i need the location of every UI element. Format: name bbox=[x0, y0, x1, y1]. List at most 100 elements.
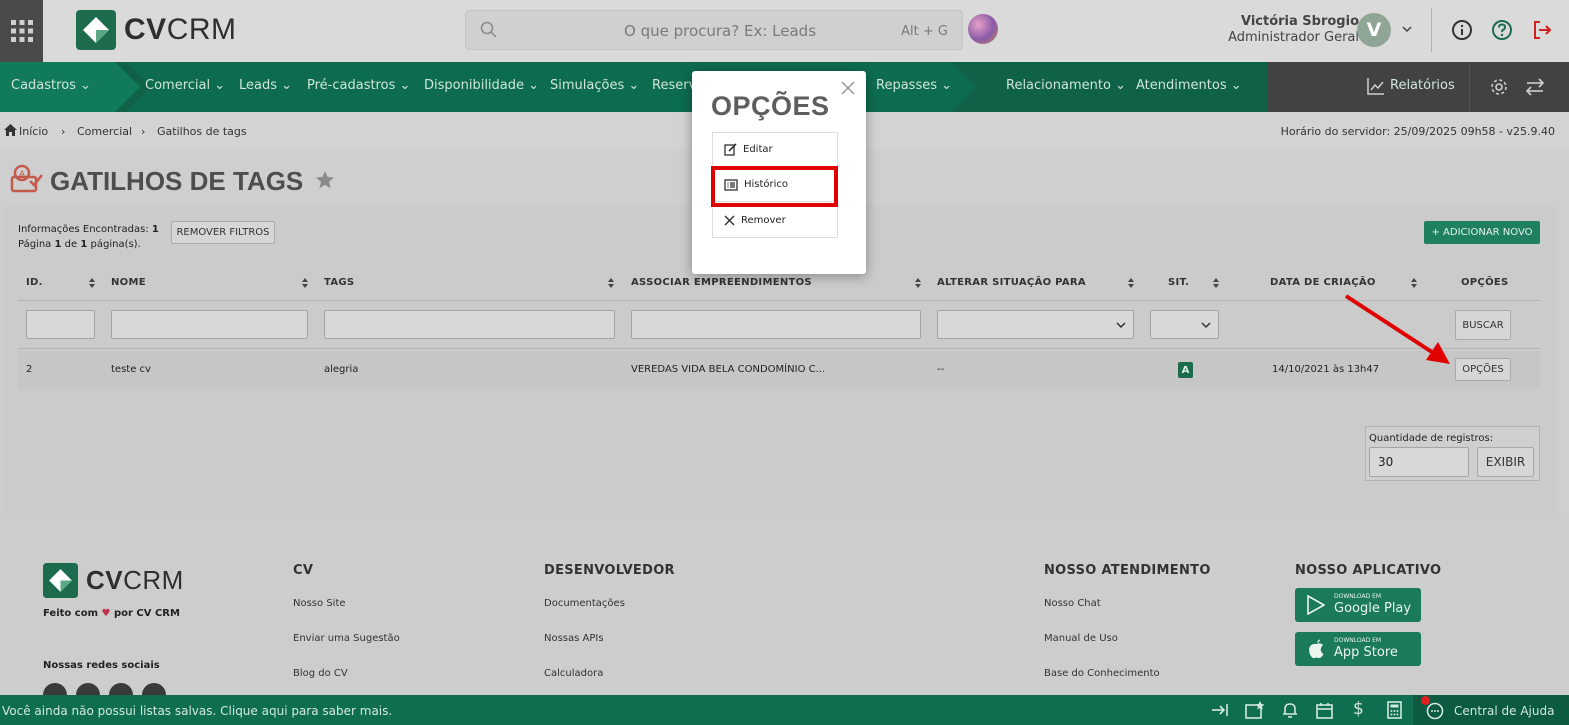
collapse-right-icon[interactable] bbox=[1211, 703, 1229, 717]
nav-item-relatorios[interactable]: Relatórios bbox=[1390, 78, 1455, 93]
filter-id-input[interactable] bbox=[26, 310, 95, 339]
help-center-button[interactable]: Central de Ajuda bbox=[1413, 695, 1569, 725]
nav-item-pre-cadastros[interactable]: Pré-cadastros ⌄ bbox=[307, 78, 410, 93]
cell-tags: alegria bbox=[324, 364, 359, 375]
footer-link[interactable]: Nossas APIs bbox=[544, 633, 604, 644]
filter-sit-select[interactable] bbox=[1150, 310, 1219, 339]
social-title: Nossas redes sociais bbox=[43, 660, 160, 671]
sort-icon[interactable] bbox=[1128, 278, 1134, 288]
google-play-button[interactable]: DOWNLOAD EM Google Play bbox=[1295, 588, 1421, 622]
footer-link[interactable]: Calculadora bbox=[544, 668, 603, 679]
breadcrumb-current: Gatilhos de tags bbox=[157, 125, 247, 138]
nav-item-relacionamento[interactable]: Relacionamento ⌄ bbox=[1006, 78, 1126, 93]
nav-item-reservas[interactable]: Reserv bbox=[652, 78, 696, 93]
dollar-icon[interactable]: $ bbox=[1353, 699, 1364, 719]
user-role: Administrador Geral bbox=[1228, 30, 1359, 45]
records-input[interactable]: 30 bbox=[1369, 447, 1469, 477]
apps-grid-button[interactable] bbox=[0, 0, 43, 62]
heart-icon: ♥ bbox=[101, 608, 111, 619]
chart-line-icon bbox=[1367, 78, 1384, 95]
help-question-icon[interactable] bbox=[1491, 19, 1513, 41]
avatar[interactable]: V bbox=[1357, 13, 1391, 47]
star-icon[interactable] bbox=[315, 170, 335, 190]
notification-dot bbox=[1421, 696, 1430, 705]
sort-icon[interactable] bbox=[1213, 278, 1219, 288]
option-edit[interactable]: Editar bbox=[713, 133, 837, 167]
chevron-right-icon: › bbox=[61, 125, 66, 138]
footer-link[interactable]: Blog do CV bbox=[293, 668, 348, 679]
app-logo[interactable]: CVCRM bbox=[76, 10, 237, 50]
column-header-nome[interactable]: NOME bbox=[111, 277, 146, 288]
nav-item-repasses[interactable]: Repasses ⌄ bbox=[876, 78, 952, 93]
add-new-button[interactable]: + ADICIONAR NOVO bbox=[1424, 221, 1540, 244]
footer-col-title: NOSSO ATENDIMENTO bbox=[1044, 563, 1211, 578]
footer-link[interactable]: Nosso Chat bbox=[1044, 598, 1101, 609]
nav-item-simulacoes[interactable]: Simulações ⌄ bbox=[550, 78, 639, 93]
show-button[interactable]: EXIBIR bbox=[1477, 447, 1534, 477]
footer-link[interactable]: Manual de Uso bbox=[1044, 633, 1118, 644]
footer-link[interactable]: Base do Conhecimento bbox=[1044, 668, 1160, 679]
nav-item-leads[interactable]: Leads ⌄ bbox=[239, 78, 292, 93]
sort-icon[interactable] bbox=[302, 278, 308, 288]
page-title: GATILHOS DE TAGS bbox=[50, 166, 304, 196]
tag-trigger-icon: A bbox=[10, 164, 43, 193]
google-play-icon bbox=[1307, 595, 1325, 615]
calculator-icon[interactable] bbox=[1387, 701, 1402, 719]
calendar-icon[interactable] bbox=[1316, 702, 1333, 719]
sort-icon[interactable] bbox=[89, 278, 95, 288]
nav-item-disponibilidade[interactable]: Disponibilidade ⌄ bbox=[424, 78, 539, 93]
cell-enterprises: VEREDAS VIDA BELA CONDOMÍNIO C... bbox=[631, 364, 826, 375]
apple-icon bbox=[1309, 639, 1324, 659]
breadcrumb-section[interactable]: Comercial bbox=[77, 125, 132, 138]
bell-icon[interactable] bbox=[1282, 702, 1298, 719]
filter-nome-input[interactable] bbox=[111, 310, 308, 339]
nav-item-cadastros[interactable]: Cadastros ⌄ bbox=[11, 78, 91, 93]
global-search[interactable]: O que procura? Ex: Leads Alt + G bbox=[465, 10, 963, 50]
remove-filters-button[interactable]: REMOVER FILTROS bbox=[171, 221, 275, 244]
app-store-button[interactable]: DOWNLOAD EM App Store bbox=[1295, 632, 1421, 666]
user-info[interactable]: Victória Sbrogio Administrador Geral bbox=[1228, 14, 1359, 46]
column-header-alterar-situacao[interactable]: ALTERAR SITUAÇÃO PARA bbox=[937, 277, 1086, 288]
search-placeholder: O que procura? Ex: Leads bbox=[624, 22, 817, 40]
search-button[interactable]: BUSCAR bbox=[1455, 310, 1511, 340]
option-remove[interactable]: Remover bbox=[713, 203, 837, 237]
footer-link[interactable]: Enviar uma Sugestão bbox=[293, 633, 400, 644]
column-header-tags[interactable]: TAGS bbox=[324, 277, 354, 288]
footer-col-title: CV bbox=[293, 563, 314, 578]
ai-assistant-button[interactable] bbox=[968, 14, 998, 44]
records-per-page: Quantidade de registros: 30 EXIBIR bbox=[1365, 426, 1540, 481]
nav-item-comercial[interactable]: Comercial ⌄ bbox=[145, 78, 225, 93]
status-message[interactable]: Você ainda não possui listas salvas. Cli… bbox=[2, 704, 392, 718]
breadcrumb-home[interactable]: Início bbox=[19, 125, 48, 138]
footer-link[interactable]: Documentações bbox=[544, 598, 625, 609]
sort-icon[interactable] bbox=[608, 278, 614, 288]
filter-situacao-select[interactable] bbox=[937, 310, 1134, 339]
chevron-down-icon bbox=[1201, 322, 1211, 329]
apps-grid-icon bbox=[10, 20, 33, 42]
sort-icon[interactable] bbox=[915, 278, 921, 288]
column-header-opcoes: OPÇÕES bbox=[1461, 277, 1509, 288]
column-header-sit[interactable]: SIT. bbox=[1168, 277, 1189, 288]
column-header-data-criacao[interactable]: DATA DE CRIAÇÃO bbox=[1270, 277, 1376, 288]
logout-icon[interactable] bbox=[1531, 19, 1553, 41]
swap-arrows-icon[interactable] bbox=[1525, 77, 1545, 97]
filter-tags-input[interactable] bbox=[324, 310, 615, 339]
search-icon bbox=[480, 21, 497, 38]
footer-link[interactable]: Nosso Site bbox=[293, 598, 346, 609]
cv-logo-mark-icon bbox=[76, 10, 116, 50]
edit-icon bbox=[724, 143, 737, 156]
column-header-associar[interactable]: ASSOCIAR EMPREENDIMENTOS bbox=[631, 277, 812, 288]
divider bbox=[18, 348, 1540, 349]
saved-list-icon[interactable] bbox=[1245, 701, 1265, 719]
filter-empreendimentos-input[interactable] bbox=[631, 310, 921, 339]
nav-item-atendimentos[interactable]: Atendimentos ⌄ bbox=[1136, 78, 1242, 93]
row-options-button[interactable]: OPÇÕES bbox=[1455, 358, 1511, 381]
info-icon[interactable] bbox=[1451, 19, 1473, 41]
highlight-box bbox=[711, 166, 838, 207]
gear-icon[interactable] bbox=[1489, 77, 1509, 97]
column-header-id[interactable]: ID. bbox=[26, 277, 43, 288]
search-shortcut: Alt + G bbox=[901, 24, 948, 39]
chevron-down-icon[interactable] bbox=[1402, 25, 1412, 33]
sort-icon[interactable] bbox=[1411, 278, 1417, 288]
close-icon[interactable] bbox=[841, 81, 855, 95]
